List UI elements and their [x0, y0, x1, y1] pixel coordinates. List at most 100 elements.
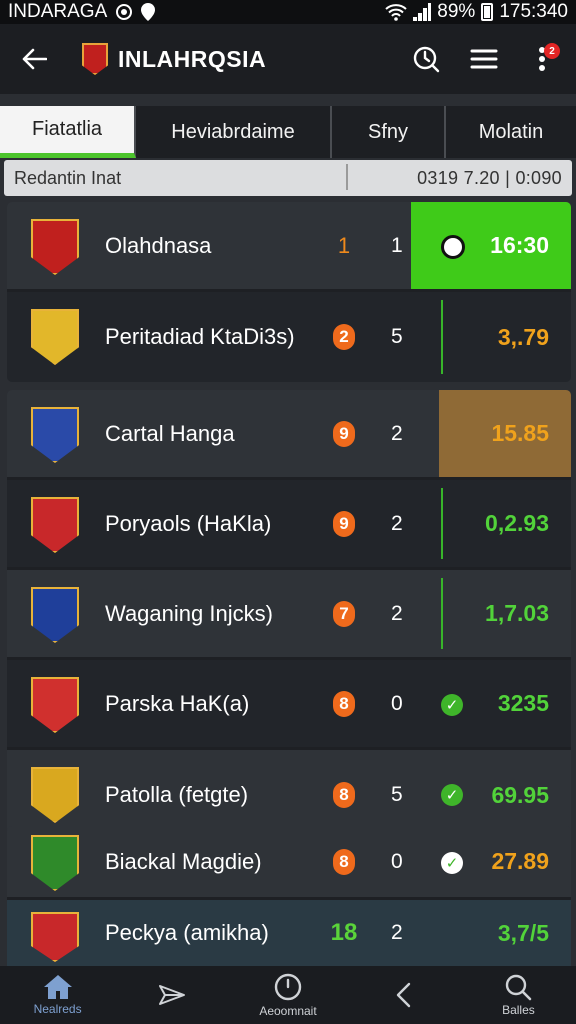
- team-name: Patolla (fetgte): [105, 782, 249, 807]
- table-row[interactable]: Poryaols (HaKla) 9 2 0,2.93: [7, 480, 571, 570]
- status-bar: INDARAGA 89% 175:340: [0, 0, 576, 24]
- team-rank: 1: [337, 232, 351, 258]
- team-points: 2: [391, 511, 403, 535]
- filter-bar[interactable]: Redantin Inat 0319 7.20 | 0:090: [4, 160, 572, 196]
- search-icon: [506, 974, 532, 1001]
- nav-clock[interactable]: Aeoomnait: [230, 966, 345, 1024]
- odds-value[interactable]: 16:30: [490, 232, 549, 259]
- odds-value[interactable]: 27.89: [491, 848, 549, 875]
- team-name: Cartal Hanga: [105, 420, 235, 446]
- battery-icon: [481, 3, 494, 21]
- odds-value[interactable]: 3235: [498, 690, 549, 717]
- team-crest: [31, 587, 79, 643]
- team-points: 1: [391, 233, 403, 257]
- nav-search[interactable]: Balles: [461, 966, 576, 1024]
- nav-home[interactable]: Nealreds: [0, 966, 115, 1024]
- team-points: 5: [391, 783, 403, 806]
- carrier-name: INDARAGA: [8, 1, 108, 22]
- send-icon: [158, 985, 185, 1005]
- team-points: 2: [391, 601, 403, 625]
- filter-label: Redantin Inat: [14, 167, 122, 188]
- nav-back[interactable]: [346, 966, 461, 1024]
- team-name: Waganing Injcks): [105, 600, 273, 626]
- status-time: 175:340: [499, 1, 568, 22]
- soccer-ball-icon: [441, 235, 465, 259]
- team-name: Peritadiad KtaDi3s): [105, 324, 295, 349]
- history-button[interactable]: [408, 41, 444, 77]
- tab-heviabrdaime[interactable]: Heviabrdaime: [136, 106, 332, 158]
- table-row[interactable]: Waganing Injcks) 7 2 1,7.03: [7, 570, 571, 660]
- team-rank: 7: [333, 600, 355, 627]
- menu-button[interactable]: [466, 41, 502, 77]
- team-rank: 8: [333, 690, 355, 717]
- notification-badge: 2: [544, 43, 560, 59]
- more-options-button[interactable]: 2: [524, 41, 560, 77]
- team-crest: [31, 835, 79, 891]
- tab-fiatatlia[interactable]: Fiatatlia: [0, 106, 136, 158]
- team-name: Olahdnasa: [105, 232, 212, 258]
- check-icon: ✓: [441, 694, 463, 716]
- location-icon: [141, 3, 156, 21]
- odds-value[interactable]: 3,7/5: [498, 920, 549, 947]
- team-crest: [31, 677, 79, 733]
- match-card: Biackal Magdie) 8 0 ✓ 27.89 Peckya (amik…: [7, 826, 571, 966]
- table-row[interactable]: Peckya (amikha) 18 2 3,7/5: [7, 900, 571, 966]
- app-logo: [82, 43, 108, 75]
- nav-send[interactable]: [115, 966, 230, 1024]
- tab-sfny[interactable]: Sfny: [332, 106, 446, 158]
- odds-value[interactable]: 15.85: [491, 420, 549, 447]
- table-row[interactable]: Olahdnasa 1 1 16:30: [7, 202, 571, 292]
- match-card: Cartal Hanga 9 2 15.85 Poryaols (HaKla) …: [7, 390, 571, 840]
- tab-bar: Fiatatlia Heviabrdaime Sfny Molatin: [0, 106, 576, 158]
- back-button[interactable]: [16, 41, 52, 77]
- team-rank: 9: [333, 510, 355, 537]
- app-title: INLAHRQSIA: [118, 45, 267, 72]
- clock-icon: [274, 973, 302, 1001]
- team-rank: 8: [333, 848, 355, 875]
- row-divider: [441, 578, 443, 649]
- bottom-navigation: Nealreds Aeoomnait Balles: [0, 966, 576, 1024]
- team-points: 2: [391, 421, 403, 445]
- team-crest: [31, 219, 79, 275]
- table-row[interactable]: Biackal Magdie) 8 0 ✓ 27.89: [7, 826, 571, 900]
- team-crest: [31, 767, 79, 823]
- row-divider: [441, 488, 443, 559]
- team-rank: 2: [333, 324, 355, 350]
- odds-value[interactable]: 69.95: [491, 782, 549, 809]
- filter-stats: 0319 7.20 | 0:090: [417, 167, 562, 188]
- odds-value[interactable]: 1,7.03: [485, 600, 549, 627]
- team-crest: [31, 497, 79, 553]
- nav-label: Aeoomnait: [259, 1004, 317, 1018]
- nav-label: Balles: [502, 1003, 535, 1017]
- check-icon: ✓: [441, 784, 463, 806]
- arrow-left-icon: [22, 48, 47, 70]
- team-rank: 8: [333, 782, 355, 808]
- team-rank: 9: [333, 420, 355, 447]
- sync-icon: [116, 4, 133, 20]
- table-row[interactable]: Parska HaK(a) 8 0 ✓ 3235: [7, 660, 571, 750]
- tab-molatin[interactable]: Molatin: [446, 106, 576, 158]
- wifi-icon: [385, 4, 407, 21]
- table-row[interactable]: Peritadiad KtaDi3s) 2 5 3,.79: [7, 292, 571, 382]
- team-points: 5: [391, 325, 403, 348]
- check-icon: ✓: [441, 852, 463, 874]
- team-crest: [31, 912, 79, 962]
- team-crest: [31, 309, 79, 365]
- app-bar: INLAHRQSIA 2: [0, 24, 576, 94]
- table-row[interactable]: Cartal Hanga 9 2 15.85: [7, 390, 571, 480]
- team-points: 2: [391, 921, 403, 944]
- odds-value[interactable]: 0,2.93: [485, 510, 549, 537]
- clock-icon: [413, 46, 440, 73]
- team-rank: 18: [330, 919, 358, 946]
- battery-percent: 89%: [437, 1, 476, 22]
- nav-label: Nealreds: [33, 1002, 82, 1016]
- row-divider: [441, 300, 443, 374]
- team-name: Parska HaK(a): [105, 690, 250, 716]
- filter-divider: [346, 164, 348, 190]
- match-card: Olahdnasa 1 1 16:30 Peritadiad KtaDi3s) …: [7, 202, 571, 382]
- odds-value[interactable]: 3,.79: [498, 324, 549, 351]
- signal-icon: [413, 3, 432, 21]
- team-name: Biackal Magdie): [105, 848, 262, 874]
- team-name: Peckya (amikha): [105, 920, 269, 945]
- back-arrow-icon: [397, 982, 411, 1008]
